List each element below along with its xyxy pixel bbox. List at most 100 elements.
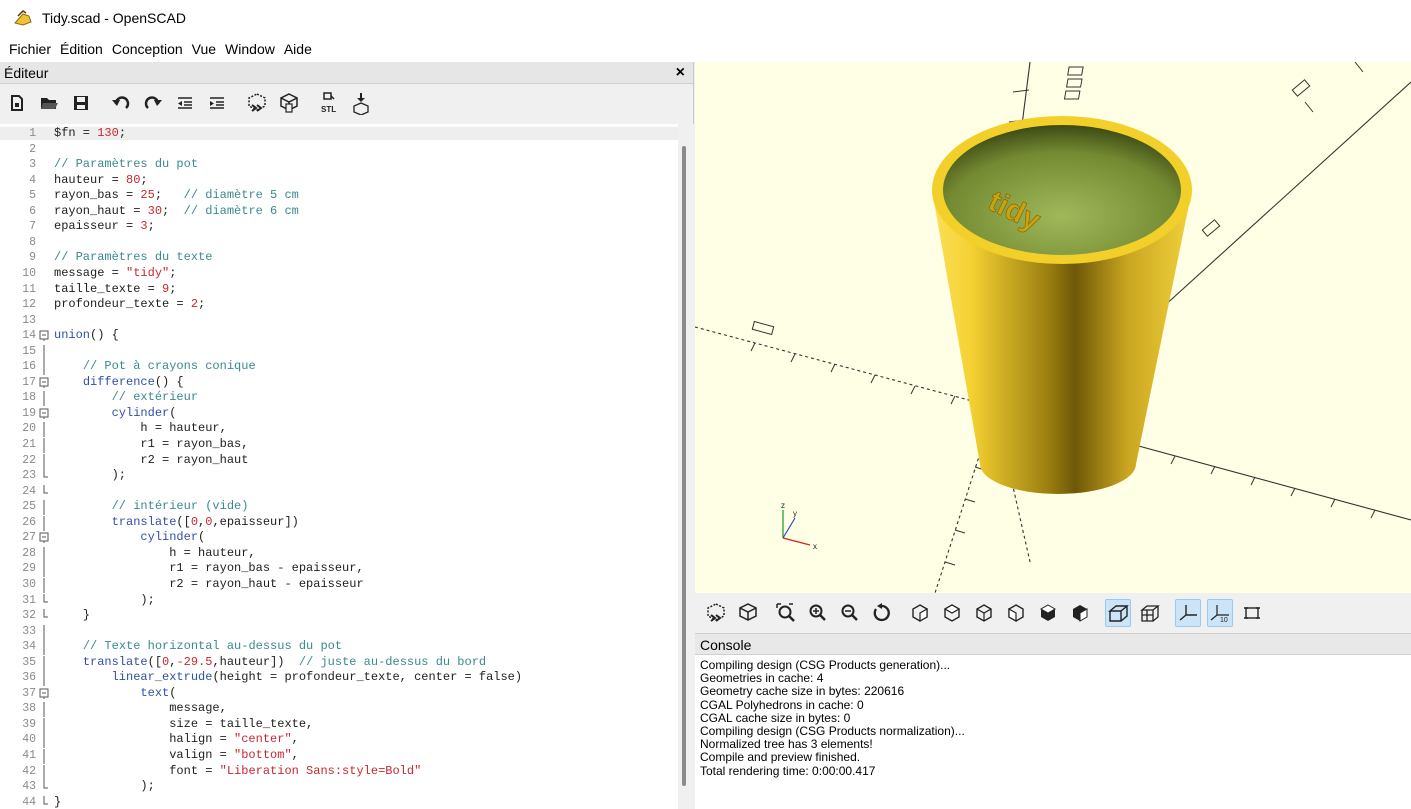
code-line[interactable]: 21 r1 = rayon_bas, [0,438,678,453]
code-line[interactable]: 25 // intérieur (vide) [0,500,678,516]
code-line[interactable]: 9 // Paramètres du texte [0,251,678,265]
editor-scrollbar[interactable] [678,124,694,809]
zoom-in-icon[interactable] [805,599,831,627]
view-back-icon[interactable] [1067,599,1093,627]
show-edges-icon[interactable] [1239,599,1265,627]
code-line[interactable]: 2 [0,143,678,156]
fold-toggle-icon[interactable] [39,329,51,345]
fold-toggle-icon[interactable] [39,687,51,703]
render-icon[interactable] [735,599,761,627]
code-line[interactable]: 32 } [0,608,678,623]
code-line[interactable]: 33 [0,624,678,640]
code-line[interactable]: 16 // Pot à crayons conique [0,360,678,376]
code-line[interactable]: 43 ); [0,780,678,794]
show-axes-icon[interactable] [1175,599,1201,627]
code-line[interactable]: 35 translate([0,-29.5,hauteur]) // juste… [0,655,678,671]
code-line[interactable]: 15 [0,344,678,360]
code-line[interactable]: 44} [0,795,678,809]
line-number: 32 [22,609,36,623]
view-front-icon[interactable] [1035,599,1061,627]
code-line[interactable]: 28 h = hauteur, [0,546,678,562]
show-scale-markers-icon[interactable]: 10 [1207,599,1233,627]
editor-header: Éditeur × [0,62,693,84]
preview-icon[interactable] [244,90,270,116]
code-line[interactable]: 10 message = "tidy"; [0,266,678,280]
indent-icon[interactable] [204,90,230,116]
viewport-canvas[interactable]: tidy z y x [695,62,1411,593]
view-right-icon[interactable] [907,599,933,627]
fold-toggle-icon[interactable] [39,531,51,547]
preview-icon[interactable] [703,599,729,627]
editor-scrollbar-thumb[interactable] [682,146,686,786]
line-number: 1 [29,127,36,140]
code-line[interactable]: 3 // Paramètres du pot [0,158,678,172]
save-icon[interactable] [68,90,94,116]
view-left-icon[interactable] [1003,599,1029,627]
undo-icon[interactable] [108,90,134,116]
view-all-icon[interactable] [773,599,799,627]
code-line[interactable]: 23 ); [0,469,678,483]
new-file-icon[interactable] [4,90,30,116]
view-top-icon[interactable] [939,599,965,627]
menu-edition[interactable]: Édition [55,38,107,60]
perspective-icon[interactable] [1105,599,1131,627]
zoom-out-icon[interactable] [837,599,863,627]
fold-toggle-icon[interactable] [39,407,51,423]
code-editor[interactable]: 1 $fn = 130; 2 3// Paramètres du pot 4 hauteu… [0,124,678,809]
code-text: difference() { [82,374,184,389]
open-folder-icon[interactable] [36,90,62,116]
code-line[interactable]: 40 halign = "center", [0,733,678,749]
menu-fichier[interactable]: Fichier [4,38,55,60]
code-line[interactable]: 41 valign = "bottom", [0,749,678,764]
window-title: Tidy.scad - OpenSCAD [42,10,186,26]
code-line[interactable]: 36 linear_extrude(height = profondeur_te… [0,671,678,687]
export-stl-icon[interactable]: STL [316,90,342,116]
code-line[interactable]: 18 // extérieur [0,391,678,407]
code-line[interactable]: 6 rayon_haut = 30; // diamètre 6 cm [0,204,678,218]
code-line[interactable]: 4 hauteur = 80; [0,173,678,187]
code-line[interactable]: 17 difference() { [0,374,678,392]
code-line[interactable]: 42 font = "Liberation Sans:style=Bold" [0,764,678,780]
code-line[interactable]: 19 cylinder( [0,406,678,423]
menu-window[interactable]: Window [220,38,279,60]
line-number: 36 [22,671,36,685]
code-line[interactable]: 30 r2 = rayon_haut - epaisseur [0,577,678,593]
code-line[interactable]: 5 rayon_bas = 25; // diamètre 5 cm [0,189,678,203]
send-to-print-icon[interactable] [348,90,374,116]
reset-view-icon[interactable] [869,599,895,627]
code-line[interactable]: 24 [0,484,678,498]
code-line[interactable]: 26 translate([0,0,epaisseur]) [0,515,678,531]
code-line[interactable]: 7 epaisseur = 3; [0,220,678,234]
line-number: 9 [29,251,36,265]
code-line[interactable]: 38 message, [0,702,678,718]
console-output[interactable]: Compiling design (CSG Products generatio… [695,655,1411,778]
line-number: 30 [22,577,36,591]
fold-toggle-icon[interactable] [39,376,51,392]
code-text: } [54,608,91,623]
orthogonal-icon[interactable] [1137,599,1163,627]
code-line[interactable]: 20 h = hauteur, [0,422,678,438]
close-editor-button[interactable]: × [676,64,685,81]
code-line[interactable]: 14 union() { [0,329,678,345]
code-text: profondeur_texte = 2; [54,297,206,312]
3d-viewport[interactable]: tidy z y x [695,62,1411,593]
code-line[interactable]: 1 $fn = 130; [0,127,678,140]
unindent-icon[interactable] [172,90,198,116]
code-line[interactable]: 39 size = taille_texte, [0,717,678,733]
view-bottom-icon[interactable] [971,599,997,627]
code-line[interactable]: 11 taille_texte = 9; [0,282,678,296]
code-line[interactable]: 8 [0,236,678,249]
code-line[interactable]: 13 [0,314,678,327]
code-line[interactable]: 31 ); [0,593,678,607]
menu-vue[interactable]: Vue [187,38,220,60]
code-line[interactable]: 27 cylinder( [0,531,678,547]
code-line[interactable]: 22 r2 = rayon_haut [0,453,678,469]
code-line[interactable]: 12 profondeur_texte = 2; [0,297,678,312]
code-line[interactable]: 34 // Texte horizontal au-dessus du pot [0,640,678,656]
redo-icon[interactable] [140,90,166,116]
code-line[interactable]: 29 r1 = rayon_bas - epaisseur, [0,562,678,578]
menu-conception[interactable]: Conception [107,38,187,60]
render-icon[interactable] [276,90,302,116]
menu-aide[interactable]: Aide [279,38,316,60]
code-line[interactable]: 37 text( [0,686,678,703]
